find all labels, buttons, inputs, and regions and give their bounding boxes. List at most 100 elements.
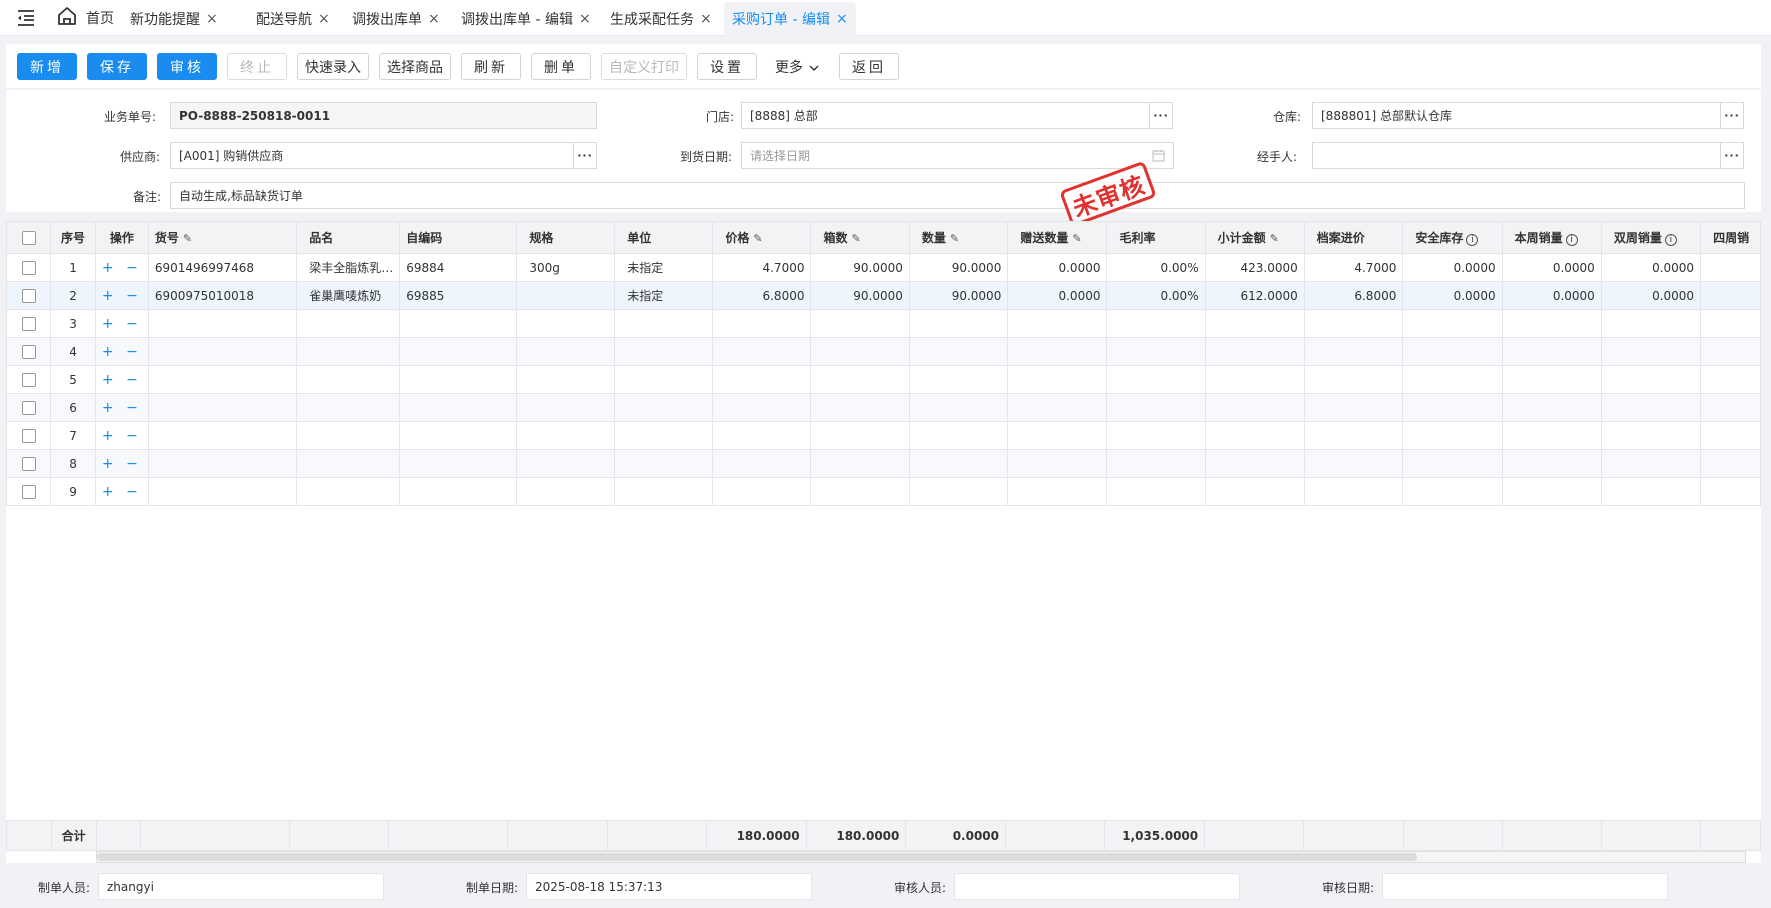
cell-cost[interactable] [1303, 421, 1404, 450]
cell-sku[interactable] [147, 449, 298, 478]
cell-sku[interactable] [147, 421, 298, 450]
row-checkbox[interactable] [6, 393, 52, 422]
cell-gift[interactable] [1007, 449, 1108, 478]
cell-safety[interactable] [1402, 337, 1503, 366]
cell-boxes[interactable] [810, 449, 910, 478]
cell-spec[interactable] [516, 449, 616, 478]
cell-price[interactable] [712, 309, 812, 338]
cell-biweek[interactable] [1600, 421, 1702, 450]
cell-week[interactable] [1501, 449, 1602, 478]
cell-code[interactable] [399, 421, 518, 450]
cell-unit[interactable]: 未指定 [614, 253, 714, 282]
cell-unit[interactable] [614, 309, 714, 338]
cell-boxes[interactable] [810, 365, 910, 394]
add-remove-row-icons[interactable]: + − [102, 260, 142, 276]
cell-cost[interactable] [1303, 393, 1404, 422]
row-ops[interactable]: + − [94, 477, 149, 506]
col-header-gift[interactable]: 赠送数量 ✎ [1007, 221, 1108, 254]
cell-week[interactable] [1501, 309, 1602, 338]
cell-biweek[interactable] [1600, 477, 1702, 506]
cell-qty[interactable] [908, 365, 1009, 394]
cell-margin[interactable] [1106, 309, 1206, 338]
row-ops[interactable]: + − [94, 281, 149, 310]
cell-code[interactable] [399, 337, 518, 366]
custom-print-button[interactable]: 自定义打印 [601, 53, 687, 80]
close-icon[interactable]: × [318, 11, 330, 27]
cell-sku[interactable] [147, 337, 298, 366]
cell-name[interactable] [296, 309, 401, 338]
cell-boxes[interactable] [810, 421, 910, 450]
row-checkbox[interactable] [6, 309, 52, 338]
col-header-cost[interactable]: 档案进价 [1303, 221, 1404, 254]
table-row[interactable]: 7 + − [6, 421, 1761, 450]
cell-code[interactable] [399, 393, 518, 422]
cell-qty[interactable] [908, 309, 1009, 338]
col-header-spec[interactable]: 规格 [516, 221, 616, 254]
add-remove-row-icons[interactable]: + − [102, 484, 142, 500]
col-header-code[interactable]: 自编码 [399, 221, 518, 254]
cell-subtotal[interactable] [1204, 449, 1305, 478]
close-icon[interactable]: × [428, 11, 440, 27]
add-remove-row-icons[interactable]: + − [102, 456, 142, 472]
cell-margin[interactable] [1106, 449, 1206, 478]
cell-biweek[interactable] [1600, 449, 1702, 478]
cell-subtotal[interactable] [1204, 421, 1305, 450]
cell-gift[interactable] [1007, 365, 1108, 394]
col-header-biweek[interactable]: 双周销量 i [1600, 221, 1702, 254]
tab-home[interactable]: 首页 [56, 6, 114, 30]
row-checkbox[interactable] [6, 253, 52, 282]
add-remove-row-icons[interactable]: + − [102, 372, 142, 388]
col-header-price[interactable]: 价格 ✎ [712, 221, 812, 254]
info-icon[interactable]: i [1664, 234, 1677, 246]
cell-boxes[interactable] [810, 337, 910, 366]
cell-price[interactable]: 6.8000 [712, 281, 812, 310]
cell-name[interactable] [296, 421, 401, 450]
cell-fourweek[interactable] [1700, 421, 1761, 450]
quick-entry-button[interactable]: 快速录入 [297, 53, 369, 80]
cell-cost[interactable] [1303, 309, 1404, 338]
cell-week[interactable] [1501, 365, 1602, 394]
row-ops[interactable]: + − [94, 253, 149, 282]
tab-new-features[interactable]: 新功能提醒 × [122, 2, 226, 36]
cell-qty[interactable] [908, 337, 1009, 366]
cell-code[interactable]: 69884 [399, 253, 518, 282]
cell-subtotal[interactable] [1204, 337, 1305, 366]
cell-safety[interactable]: 0.0000 [1402, 281, 1503, 310]
col-header-margin[interactable]: 毛利率 [1106, 221, 1206, 254]
table-row[interactable]: 8 + − [6, 449, 1761, 478]
cell-name[interactable] [296, 449, 401, 478]
cell-spec[interactable] [516, 421, 616, 450]
cell-unit[interactable] [614, 421, 714, 450]
handler-picker-button[interactable]: ··· [1720, 142, 1744, 169]
cell-subtotal[interactable] [1204, 393, 1305, 422]
cell-qty[interactable] [908, 393, 1009, 422]
cell-code[interactable] [399, 477, 518, 506]
arrival-date-field[interactable]: 请选择日期 [741, 142, 1174, 169]
col-header-week[interactable]: 本周销量 i [1501, 221, 1602, 254]
add-remove-row-icons[interactable]: + − [102, 344, 142, 360]
col-header-safety[interactable]: 安全库存 i [1402, 221, 1503, 254]
close-icon[interactable]: × [579, 11, 591, 27]
cell-name[interactable]: 梁丰全脂炼乳… [296, 253, 401, 282]
cell-fourweek[interactable] [1700, 281, 1761, 310]
row-checkbox[interactable] [6, 365, 52, 394]
cell-boxes[interactable] [810, 477, 910, 506]
cell-cost[interactable]: 4.7000 [1303, 253, 1404, 282]
cell-gift[interactable] [1007, 309, 1108, 338]
select-all-checkbox[interactable] [6, 221, 52, 254]
cell-name[interactable] [296, 393, 401, 422]
cell-safety[interactable] [1402, 421, 1503, 450]
row-checkbox[interactable] [6, 477, 52, 506]
row-ops[interactable]: + − [94, 449, 149, 478]
cell-biweek[interactable] [1600, 309, 1702, 338]
add-remove-row-icons[interactable]: + − [102, 316, 142, 332]
cell-gift[interactable]: 0.0000 [1007, 253, 1108, 282]
cell-spec[interactable] [516, 365, 616, 394]
row-checkbox[interactable] [6, 421, 52, 450]
cell-sku[interactable] [147, 365, 298, 394]
more-dropdown[interactable]: 更多 [767, 53, 827, 80]
cell-biweek[interactable] [1600, 365, 1702, 394]
table-row[interactable]: 4 + − [6, 337, 1761, 366]
cell-sku[interactable] [147, 477, 298, 506]
cell-week[interactable]: 0.0000 [1501, 253, 1602, 282]
